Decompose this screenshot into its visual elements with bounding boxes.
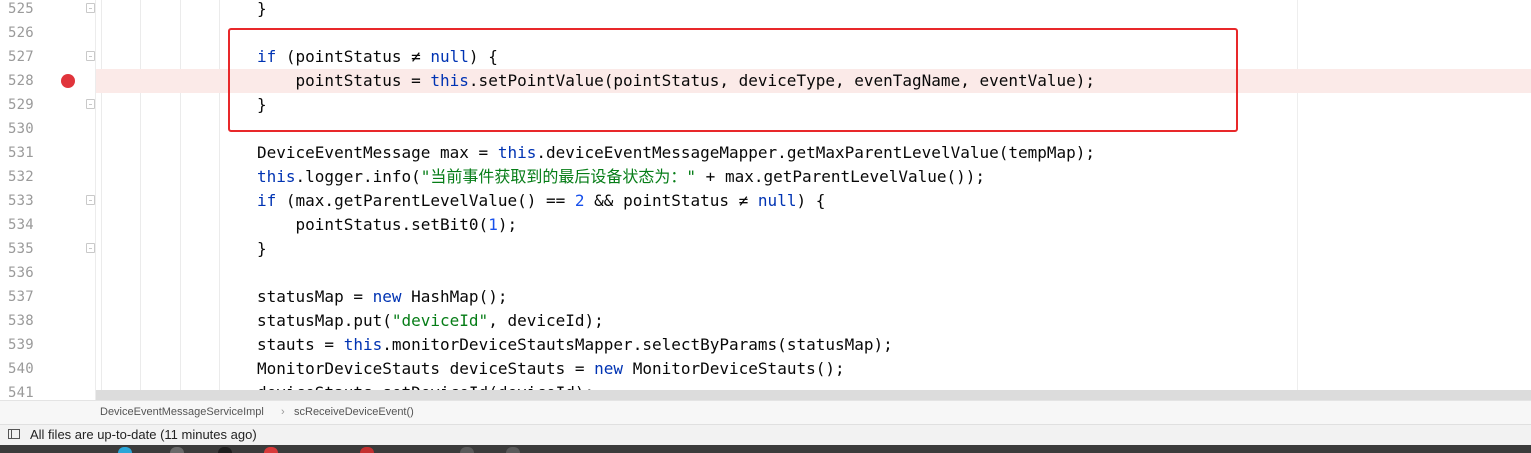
horizontal-scrollbar[interactable]	[96, 390, 1531, 400]
code-line[interactable]: 533 if (max.getParentLevelValue() == 2 &&…	[0, 189, 1531, 213]
code-text[interactable]: stauts = this.monitorDeviceStautsMapper.…	[257, 333, 893, 357]
fold-marker-icon[interactable]	[86, 99, 95, 109]
fold-marker-icon[interactable]	[86, 3, 95, 13]
line-number[interactable]: 527	[8, 45, 34, 69]
panel-toggle-icon[interactable]	[8, 429, 20, 439]
code-line[interactable]: 539 stauts = this.monitorDeviceStautsMapp…	[0, 333, 1531, 357]
code-token: null	[757, 191, 797, 210]
code-token: statusMap.put(	[257, 311, 392, 330]
code-line[interactable]: 532 this.logger.info("当前事件获取到的最后设备状态为：" +…	[0, 165, 1531, 189]
code-text[interactable]: statusMap = new HashMap();	[257, 285, 507, 309]
line-number[interactable]: 537	[8, 285, 34, 309]
code-token: MonitorDeviceStauts deviceStauts =	[257, 359, 595, 378]
code-text[interactable]: }	[257, 237, 267, 261]
code-token: 2	[574, 191, 585, 210]
code-token: + max.getParentLevelValue());	[696, 167, 986, 186]
line-number[interactable]: 533	[8, 189, 34, 213]
breadcrumb-separator: ›	[281, 406, 285, 418]
line-number[interactable]: 530	[8, 117, 34, 141]
code-text[interactable]: }	[257, 0, 267, 21]
taskbar-app-icon[interactable]	[170, 447, 184, 453]
taskbar-app-icon[interactable]	[460, 447, 474, 453]
code-token: this	[497, 143, 537, 162]
code-token: "deviceId"	[391, 311, 489, 330]
code-token: .monitorDeviceStautsMapper.selectByParam…	[382, 335, 893, 354]
code-token: }	[257, 0, 267, 18]
code-token: && pointStatus ≠	[584, 191, 758, 210]
code-line[interactable]: 535}	[0, 237, 1531, 261]
code-line[interactable]: 534 pointStatus.setBit0(1);	[0, 213, 1531, 237]
code-token: .logger.info(	[295, 167, 421, 186]
code-text[interactable]: pointStatus.setBit0(1);	[257, 213, 518, 237]
fold-marker-icon[interactable]	[86, 195, 95, 205]
line-number[interactable]: 534	[8, 213, 34, 237]
code-line[interactable]: 537 statusMap = new HashMap();	[0, 285, 1531, 309]
breadcrumb-class[interactable]: DeviceEventMessageServiceImpl	[100, 401, 264, 424]
line-number[interactable]: 539	[8, 333, 34, 357]
breadcrumb-method[interactable]: scReceiveDeviceEvent()	[294, 401, 414, 424]
taskbar-app-icon[interactable]	[218, 447, 232, 453]
taskbar-app-icon[interactable]	[506, 447, 520, 453]
line-number[interactable]: 525	[8, 0, 34, 21]
line-number[interactable]: 536	[8, 261, 34, 285]
code-token: , deviceId);	[488, 311, 604, 330]
code-token: pointStatus.setBit0(	[257, 215, 489, 234]
code-token: stauts =	[257, 335, 344, 354]
status-bar: All files are up-to-date (11 minutes ago…	[0, 424, 1531, 445]
code-token: (max.getParentLevelValue() ==	[276, 191, 575, 210]
line-number[interactable]: 532	[8, 165, 34, 189]
code-line[interactable]: 525}	[0, 0, 1531, 21]
code-editor[interactable]: 525} 526 527 if (pointStatus ≠ null) {528 p…	[0, 0, 1531, 400]
code-token: MonitorDeviceStauts();	[623, 359, 845, 378]
taskbar-app-icon[interactable]	[264, 447, 278, 453]
code-text[interactable]: statusMap.put("deviceId", deviceId);	[257, 309, 604, 333]
code-token: this	[343, 335, 383, 354]
code-token: new	[594, 359, 624, 378]
code-token: statusMap =	[257, 287, 373, 306]
taskbar-app-icon[interactable]	[118, 447, 132, 453]
highlight-annotation-box	[228, 28, 1238, 132]
code-line[interactable]: 538 statusMap.put("deviceId", deviceId);	[0, 309, 1531, 333]
line-number[interactable]: 526	[8, 21, 34, 45]
code-text[interactable]: DeviceEventMessage max = this.deviceEven…	[257, 141, 1095, 165]
breakpoint-icon[interactable]	[61, 74, 75, 88]
code-token: new	[372, 287, 402, 306]
line-number[interactable]: 535	[8, 237, 34, 261]
status-message[interactable]: All files are up-to-date (11 minutes ago…	[30, 425, 257, 445]
code-token: DeviceEventMessage max =	[257, 143, 498, 162]
code-token: if	[257, 191, 277, 210]
code-line[interactable]: 540 MonitorDeviceStauts deviceStauts = ne…	[0, 357, 1531, 381]
code-line[interactable]: 531 DeviceEventMessage max = this.deviceE…	[0, 141, 1531, 165]
line-number[interactable]: 528	[8, 69, 34, 93]
code-token: .deviceEventMessageMapper.getMaxParentLe…	[536, 143, 1096, 162]
line-number[interactable]: 531	[8, 141, 34, 165]
code-token: ) {	[796, 191, 826, 210]
code-text[interactable]: MonitorDeviceStauts deviceStauts = new M…	[257, 357, 845, 381]
fold-marker-icon[interactable]	[86, 51, 95, 61]
line-number[interactable]: 529	[8, 93, 34, 117]
taskbar-app-icon[interactable]	[360, 447, 374, 453]
line-number[interactable]: 540	[8, 357, 34, 381]
os-taskbar	[0, 445, 1531, 453]
line-number[interactable]: 538	[8, 309, 34, 333]
code-token: this	[257, 167, 296, 186]
code-text[interactable]: this.logger.info("当前事件获取到的最后设备状态为：" + ma…	[257, 165, 985, 189]
code-text[interactable]: if (max.getParentLevelValue() == 2 && po…	[257, 189, 825, 213]
code-token: );	[497, 215, 518, 234]
code-token: "当前事件获取到的最后设备状态为："	[420, 167, 697, 186]
fold-marker-icon[interactable]	[86, 243, 95, 253]
code-line[interactable]: 536	[0, 261, 1531, 285]
code-token: }	[257, 239, 267, 258]
code-token: 1	[488, 215, 498, 234]
code-token: HashMap();	[401, 287, 508, 306]
breadcrumb: DeviceEventMessageServiceImpl › scReceiv…	[0, 400, 1531, 424]
line-number[interactable]: 541	[8, 381, 34, 400]
